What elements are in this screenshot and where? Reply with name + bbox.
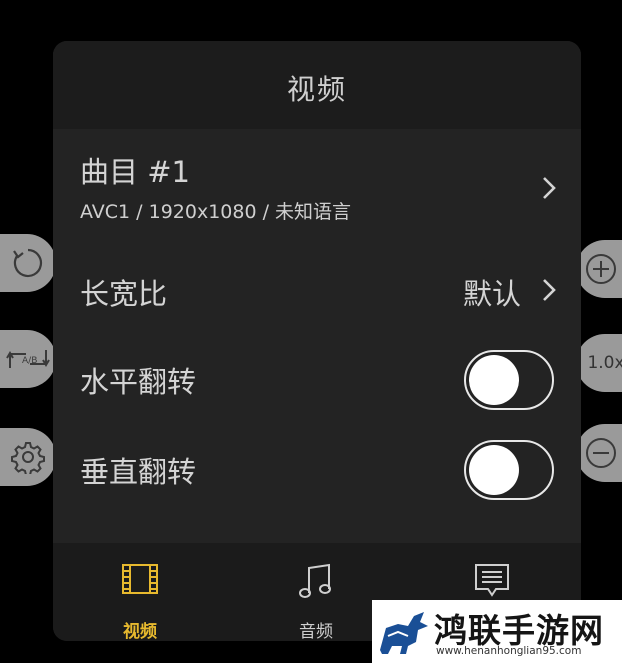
rotate-icon [11,246,45,280]
track-info: AVC1 / 1920x1080 / 未知语言 [80,201,352,223]
watermark-banner: 鸿联手游网 www.henanhonglian95.com [372,600,622,663]
svg-text:A/B: A/B [22,356,37,366]
vertical-flip-toggle[interactable] [464,440,554,500]
rotate-button[interactable] [0,234,56,292]
gear-icon [11,440,45,474]
speed-value: 1.0x [587,353,622,373]
panel-header: 视频 [53,41,581,129]
toggle-knob [469,355,519,405]
ab-repeat-button[interactable]: A/B [0,330,56,388]
aspect-ratio-value: 默认 [462,277,521,311]
zoom-out-icon [585,437,617,469]
vertical-flip-row: 垂直翻转 [53,437,581,501]
horizontal-flip-row: 水平翻转 [53,347,581,411]
video-settings-panel: 视频 曲目 #1 AVC1 / 1920x1080 / 未知语言 长宽比 默认 … [53,41,581,641]
ab-repeat-icon: A/B [6,344,50,374]
watermark-url: www.henanhonglian95.com [436,645,582,657]
toggle-knob [469,445,519,495]
tab-audio[interactable]: 音频 [256,543,376,641]
horizontal-flip-toggle[interactable] [464,350,554,410]
aspect-ratio-row[interactable]: 长宽比 默认 [53,263,581,323]
track-title: 曲目 #1 [80,155,190,189]
tab-label: 音频 [299,622,333,641]
settings-button[interactable] [0,428,56,486]
speed-button[interactable]: 1.0x [576,334,622,392]
tab-video[interactable]: 视频 [80,543,200,641]
tab-label: 视频 [123,622,157,641]
chevron-right-icon [541,277,557,307]
zoom-out-button[interactable] [576,424,622,482]
aspect-ratio-label: 长宽比 [80,277,168,311]
zoom-in-icon [585,253,617,285]
chevron-right-icon [541,175,557,205]
horizontal-flip-label: 水平翻转 [80,365,197,399]
bull-logo-icon [378,606,430,662]
track-row[interactable]: 曲目 #1 AVC1 / 1920x1080 / 未知语言 [53,137,581,237]
zoom-in-button[interactable] [576,240,622,298]
vertical-flip-label: 垂直翻转 [80,455,197,489]
panel-title: 视频 [286,73,347,106]
